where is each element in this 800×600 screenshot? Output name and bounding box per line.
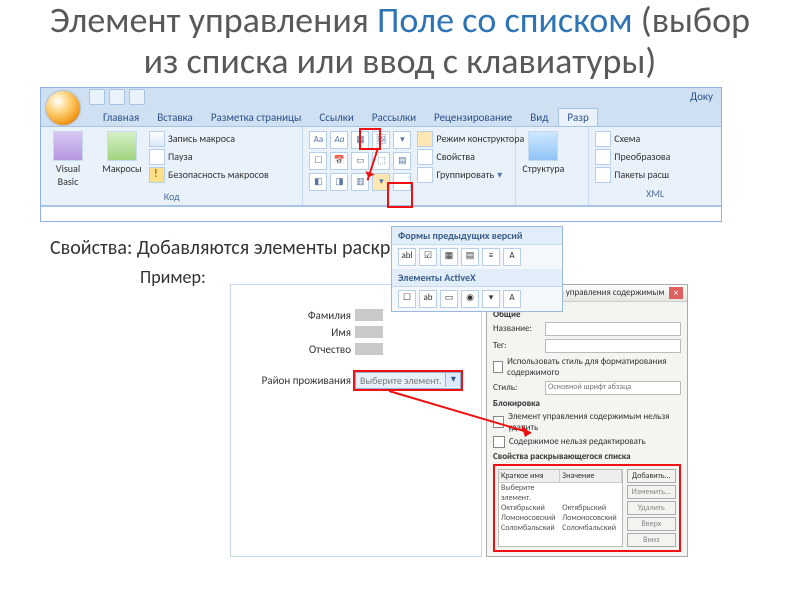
chevron-down-icon[interactable]: ▾ bbox=[445, 373, 460, 387]
checkbox-lock-delete[interactable] bbox=[493, 416, 504, 428]
label-name: Название: bbox=[493, 323, 541, 334]
ribbon-group-code: Visual Basic Макросы Запись макроса Пауз… bbox=[41, 127, 303, 205]
transform-icon bbox=[595, 149, 611, 165]
redo-icon bbox=[129, 89, 145, 105]
quick-access-toolbar[interactable] bbox=[89, 89, 145, 105]
record-macro-button[interactable]: Запись макроса bbox=[149, 131, 269, 147]
field-midname[interactable] bbox=[355, 343, 383, 355]
macro-security-button[interactable]: Безопасность макросов bbox=[149, 167, 269, 183]
title-accent: Поле со списком bbox=[377, 0, 633, 42]
structure-button[interactable]: Структура bbox=[522, 131, 564, 175]
content-control-properties-dialog: Свойства элемента управления содержимым … bbox=[486, 284, 688, 557]
label-lastname: Фамилия bbox=[241, 309, 351, 322]
word-ribbon-screenshot: Доку Главная Вставка Разметка страницы С… bbox=[40, 87, 722, 222]
expansion-packs-button[interactable]: Пакеты расш bbox=[595, 167, 715, 183]
tab-view[interactable]: Вид bbox=[522, 109, 556, 126]
label-region: Район проживания bbox=[241, 374, 351, 387]
input-name[interactable] bbox=[545, 322, 681, 336]
tab-home[interactable]: Главная bbox=[95, 109, 147, 126]
visual-basic-button[interactable]: Visual Basic bbox=[47, 131, 89, 188]
tab-references[interactable]: Ссылки bbox=[311, 109, 362, 126]
group-button[interactable]: Группировать ▾ bbox=[417, 167, 524, 183]
field-lastname[interactable] bbox=[355, 309, 383, 321]
flyout-header-activex: Элементы ActiveX bbox=[392, 269, 562, 287]
label-style: Стиль: bbox=[493, 382, 541, 393]
packs-icon bbox=[595, 167, 611, 183]
properties-button[interactable]: Свойства bbox=[417, 149, 524, 165]
group-icon bbox=[417, 167, 433, 183]
horizontal-ruler bbox=[41, 206, 721, 221]
schema-icon bbox=[595, 131, 611, 147]
checkbox-lock-edit[interactable] bbox=[493, 436, 505, 448]
warning-icon bbox=[149, 167, 165, 183]
tab-review[interactable]: Рецензирование bbox=[426, 109, 520, 126]
annotation-highlight-2 bbox=[387, 182, 413, 208]
ruler-pencil-icon bbox=[417, 131, 433, 147]
label-tag: Тег: bbox=[493, 340, 541, 351]
add-item-button[interactable]: Добавить... bbox=[627, 469, 676, 483]
ribbon-tabstrip: Главная Вставка Разметка страницы Ссылки… bbox=[41, 106, 721, 126]
tab-mailings[interactable]: Рассылки bbox=[364, 109, 424, 126]
transform-button[interactable]: Преобразова bbox=[595, 149, 715, 165]
combo-placeholder: Выберите элемент. bbox=[356, 373, 445, 388]
close-icon[interactable]: × bbox=[669, 287, 683, 299]
legacy-forms-row[interactable]: abl☑▦▤≡A bbox=[392, 245, 562, 269]
tab-developer[interactable]: Разр bbox=[558, 108, 597, 126]
design-mode-button[interactable]: Режим конструктора bbox=[417, 131, 524, 147]
pause-macro-button[interactable]: Пауза bbox=[149, 149, 269, 165]
field-firstname[interactable] bbox=[355, 326, 383, 338]
dropdown-list-editor: Краткое имяЗначение Выберите элемент. Ок… bbox=[493, 464, 681, 552]
select-style[interactable]: Основной шрифт абзаца bbox=[545, 381, 681, 395]
section-dropdown-props: Свойства раскрывающегося списка bbox=[493, 451, 681, 462]
office-button-icon[interactable] bbox=[46, 91, 80, 125]
flyout-header-legacy: Формы предыдущих версий bbox=[392, 227, 562, 245]
document-sample: Фамилия Имя Отчество Район проживания Вы… bbox=[230, 284, 482, 557]
activex-row[interactable]: ☐ab▭◉▾A bbox=[392, 287, 562, 311]
save-icon bbox=[89, 89, 105, 105]
combo-region[interactable]: Выберите элемент. ▾ bbox=[355, 372, 461, 389]
section-lock: Блокировка bbox=[493, 398, 681, 409]
legacy-tools-flyout: Формы предыдущих версий abl☑▦▤≡A Элемент… bbox=[391, 226, 563, 312]
ribbon-group-xml: Схема Преобразова Пакеты расш XML bbox=[589, 127, 721, 205]
tab-insert[interactable]: Вставка bbox=[149, 109, 201, 126]
checkbox-use-style[interactable] bbox=[493, 361, 503, 373]
label-firstname: Имя bbox=[241, 326, 351, 339]
delete-item-button[interactable]: Удалить bbox=[627, 501, 676, 515]
properties-icon bbox=[417, 149, 433, 165]
undo-icon bbox=[109, 89, 125, 105]
edit-item-button[interactable]: Изменить... bbox=[627, 485, 676, 499]
macros-button[interactable]: Макросы bbox=[101, 131, 143, 188]
schema-button[interactable]: Схема bbox=[595, 131, 715, 147]
move-down-button[interactable]: Вниз bbox=[627, 533, 676, 547]
move-up-button[interactable]: Вверх bbox=[627, 517, 676, 531]
annotation-highlight-1 bbox=[359, 128, 381, 150]
label-midname: Отчество bbox=[241, 343, 351, 356]
tab-page-layout[interactable]: Разметка страницы bbox=[203, 109, 310, 126]
window-title-fragment: Доку bbox=[690, 90, 713, 103]
dropdown-items-table[interactable]: Краткое имяЗначение Выберите элемент. Ок… bbox=[498, 469, 623, 547]
slide-title: Элемент управления Поле со списком (выбо… bbox=[0, 0, 800, 87]
ribbon-group-structure: Структура bbox=[516, 127, 589, 205]
input-tag[interactable] bbox=[545, 339, 681, 353]
